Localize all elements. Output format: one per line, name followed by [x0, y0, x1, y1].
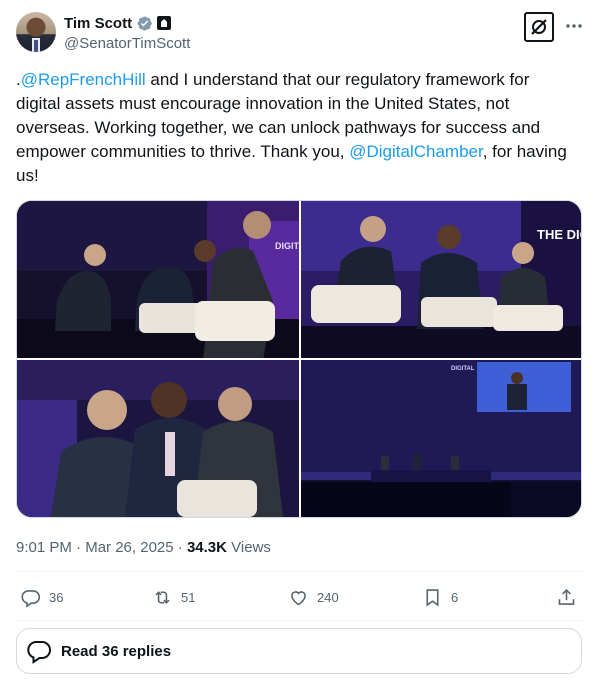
meta-separator: ·: [177, 539, 183, 556]
heart-icon: [291, 590, 306, 605]
share-icon: [558, 588, 575, 605]
views-label: Views: [231, 539, 271, 556]
mention-link[interactable]: @DigitalChamber: [349, 142, 482, 161]
stage-text: DIGITAL: [451, 366, 475, 372]
timestamp-date[interactable]: Mar 26, 2025: [85, 539, 173, 556]
like-button[interactable]: 240: [288, 584, 339, 610]
read-replies-button[interactable]: Read 36 replies: [16, 628, 582, 674]
repost-button[interactable]: 51: [152, 584, 195, 610]
mention-link[interactable]: @RepFrenchHill: [21, 70, 146, 89]
views-count: 34.3K: [186, 539, 227, 556]
reply-icon: [21, 589, 41, 608]
meta-separator: ·: [76, 539, 82, 556]
avatar[interactable]: [16, 12, 56, 52]
more-icon[interactable]: [564, 16, 584, 36]
author-block: Tim Scott @SenatorTimScott: [64, 13, 190, 53]
reply-count: 36: [49, 589, 64, 605]
photo-panel-discussion-3[interactable]: [17, 360, 299, 517]
handle[interactable]: @SenatorTimScott: [64, 35, 190, 52]
repost-icon: [155, 590, 170, 604]
bookmark-icon: [426, 588, 439, 606]
verified-badge-icon[interactable]: [136, 15, 153, 32]
media-grid: DIGITAL CHAMBER THE DIGIT: [16, 200, 582, 518]
speech-bubble-icon: [27, 641, 51, 664]
repost-count: 51: [181, 589, 196, 605]
read-replies-label: Read 36 replies: [61, 642, 172, 660]
photo-panel-discussion-1[interactable]: DIGITAL CHAMBER: [17, 201, 299, 358]
bookmark-button[interactable]: 6: [422, 584, 458, 610]
grok-icon[interactable]: [524, 12, 554, 42]
divider: [16, 620, 582, 621]
like-count: 240: [317, 589, 339, 605]
reply-button[interactable]: 36: [20, 584, 63, 610]
bookmark-count: 6: [451, 589, 459, 605]
stage-text: DIGITAL CHAMBER: [275, 241, 299, 251]
government-label-icon[interactable]: [157, 16, 172, 30]
timestamp-time[interactable]: 9:01 PM: [16, 539, 72, 556]
tweet-text: .@RepFrenchHill and I understand that ou…: [16, 68, 576, 188]
tweet-header: Tim Scott @SenatorTimScott: [16, 12, 582, 54]
action-bar: 36 51 240 6: [16, 584, 582, 610]
share-button[interactable]: [556, 584, 577, 610]
display-name[interactable]: Tim Scott: [64, 15, 132, 32]
photo-stage-wide[interactable]: DIGITAL: [301, 360, 581, 517]
divider: [16, 571, 582, 572]
photo-panel-discussion-2[interactable]: THE DIGIT: [301, 201, 582, 358]
tweet-meta: 9:01 PM · Mar 26, 2025 · 34.3K Views: [16, 538, 271, 558]
stage-text: THE DIGIT: [537, 227, 582, 242]
